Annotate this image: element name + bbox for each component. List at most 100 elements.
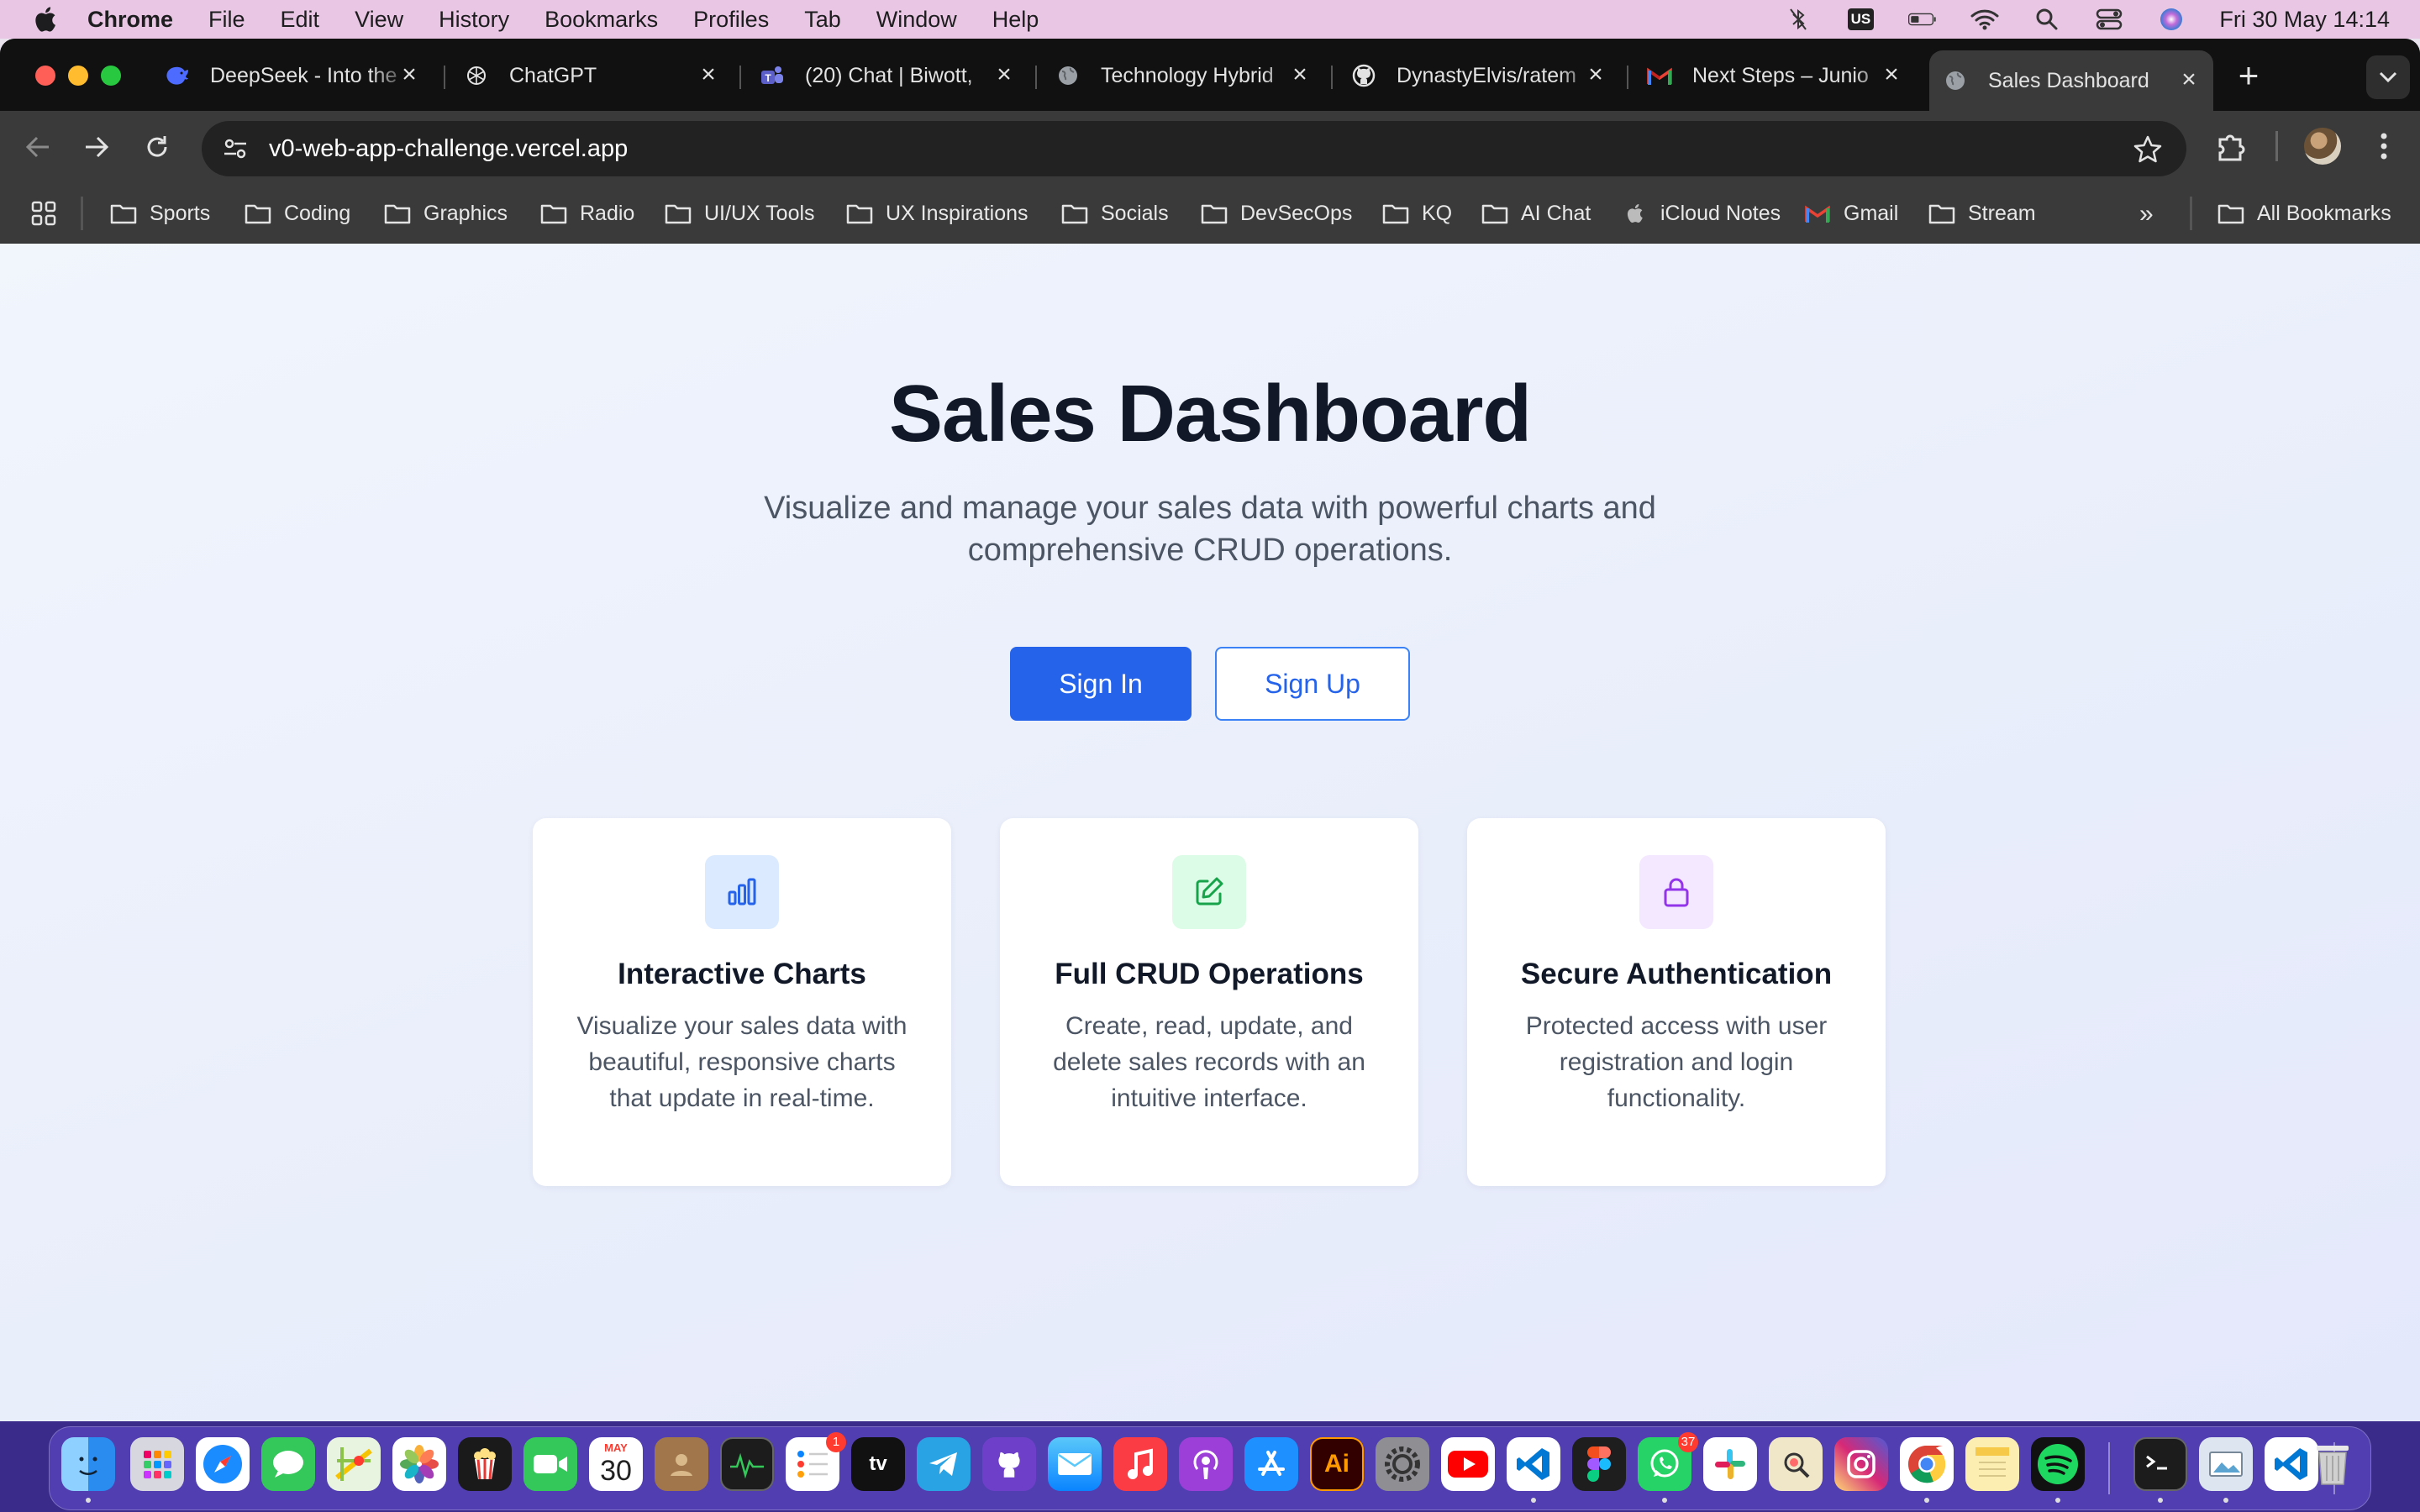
menu-window[interactable]: Window (876, 7, 957, 33)
menu-tab[interactable]: Tab (804, 7, 841, 33)
safari-icon[interactable] (196, 1437, 250, 1491)
bookmark-gmail[interactable]: Gmail (1803, 195, 1898, 232)
calendar-icon[interactable]: MAY 30 (589, 1437, 643, 1491)
tab-close-button[interactable]: × (992, 62, 1017, 87)
url-text[interactable]: v0-web-app-challenge.vercel.app (269, 135, 628, 163)
bluetooth-off-icon[interactable] (1784, 7, 1812, 32)
reminders-icon[interactable]: 1 (786, 1432, 846, 1491)
popcorn-app-icon[interactable] (458, 1437, 512, 1491)
tab-technology-hybrid[interactable]: Technology Hybrid × (1055, 52, 1324, 99)
window-zoom-button[interactable] (101, 66, 121, 86)
forward-button[interactable] (77, 128, 116, 166)
tab-close-button[interactable]: × (1879, 62, 1904, 87)
youtube-icon[interactable] (1441, 1437, 1495, 1491)
instagram-icon[interactable] (1834, 1437, 1888, 1491)
battery-icon[interactable] (1908, 7, 1937, 32)
chrome-icon[interactable] (1900, 1437, 1954, 1491)
bookmark-graphics[interactable]: Graphics (383, 195, 508, 232)
github-desktop-icon[interactable] (982, 1437, 1036, 1491)
menu-edit[interactable]: Edit (281, 7, 320, 33)
telegram-icon[interactable] (917, 1437, 971, 1491)
menu-app-name[interactable]: Chrome (87, 7, 173, 33)
music-icon[interactable] (1113, 1437, 1167, 1491)
profile-avatar[interactable] (2304, 128, 2341, 165)
tab-close-button[interactable]: × (397, 62, 422, 87)
siri-icon[interactable] (2157, 7, 2186, 32)
bookmark-radio[interactable]: Radio (539, 195, 634, 232)
trash-icon[interactable] (2306, 1435, 2360, 1490)
tab-close-button[interactable]: × (1287, 62, 1313, 87)
podcasts-icon[interactable] (1179, 1437, 1233, 1491)
tab-sales-dashboard[interactable]: Sales Dashboard × (1929, 50, 2213, 111)
spotify-icon[interactable] (2031, 1437, 2085, 1491)
system-settings-icon[interactable] (1376, 1437, 1429, 1491)
colorsync-utility-icon[interactable] (1769, 1437, 1823, 1491)
tab-github[interactable]: DynastyElvis/ratem × (1351, 52, 1620, 99)
site-info-icon[interactable] (217, 130, 254, 167)
bookmark-all-bookmarks[interactable]: All Bookmarks (2217, 195, 2391, 232)
tab-deepseek[interactable]: DeepSeek - Into the × (165, 52, 434, 99)
launchpad-icon[interactable] (130, 1437, 184, 1491)
finder-icon[interactable] (61, 1437, 115, 1491)
new-tab-button[interactable]: + (2228, 58, 2269, 94)
reload-button[interactable] (138, 128, 176, 166)
keyboard-layout-icon[interactable]: US (1846, 7, 1875, 32)
bookmark-ux-inspirations[interactable]: UX Inspirations (845, 195, 1028, 232)
bookmark-stream[interactable]: Stream (1928, 195, 2036, 232)
menu-view[interactable]: View (355, 7, 403, 33)
bookmark-ai-chat[interactable]: AI Chat (1481, 195, 1591, 232)
tab-close-button[interactable]: × (1583, 62, 1608, 87)
spotlight-search-icon[interactable] (2033, 7, 2061, 32)
bookmark-star-icon[interactable] (2133, 134, 2163, 165)
menu-history[interactable]: History (439, 7, 509, 33)
illustrator-icon[interactable]: Ai (1310, 1437, 1364, 1491)
menu-file[interactable]: File (208, 7, 245, 33)
sign-up-button[interactable]: Sign Up (1215, 647, 1410, 721)
bookmark-socials[interactable]: Socials (1060, 195, 1169, 232)
bookmark-sports[interactable]: Sports (109, 195, 210, 232)
maps-icon[interactable] (327, 1437, 381, 1491)
terminal-icon[interactable] (2133, 1437, 2187, 1491)
tab-chatgpt[interactable]: ChatGPT × (464, 52, 733, 99)
photos-icon[interactable] (392, 1437, 446, 1491)
menu-bookmarks[interactable]: Bookmarks (544, 7, 658, 33)
tab-search-button[interactable] (2366, 55, 2410, 99)
bookmark-devsecops[interactable]: DevSecOps (1200, 195, 1352, 232)
slack-icon[interactable] (1703, 1437, 1757, 1491)
sign-in-button[interactable]: Sign In (1010, 647, 1192, 721)
preview-icon[interactable] (2199, 1437, 2253, 1491)
notes-icon[interactable] (1965, 1437, 2019, 1491)
activity-monitor-icon[interactable] (720, 1437, 774, 1491)
apple-menu-icon[interactable] (32, 5, 57, 34)
window-close-button[interactable] (35, 66, 55, 86)
facetime-icon[interactable] (523, 1437, 577, 1491)
bookmarks-overflow-icon[interactable]: » (2139, 200, 2154, 228)
whatsapp-icon[interactable]: 37 (1638, 1432, 1698, 1491)
bookmark-uiux-tools[interactable]: UI/UX Tools (664, 195, 815, 232)
menu-help[interactable]: Help (992, 7, 1039, 33)
tab-gmail-next-steps[interactable]: Next Steps – Junio × (1647, 52, 1916, 99)
mail-icon[interactable] (1048, 1437, 1102, 1491)
vscode-icon[interactable] (1507, 1437, 1560, 1491)
tab-teams-chat[interactable]: T (20) Chat | Biwott, × (760, 52, 1028, 99)
menu-profiles[interactable]: Profiles (693, 7, 769, 33)
menubar-clock[interactable]: Fri 30 May 14:14 (2219, 7, 2390, 33)
tab-close-button[interactable]: × (696, 62, 721, 87)
wifi-icon[interactable] (1970, 7, 1999, 32)
window-minimize-button[interactable] (68, 66, 88, 86)
bookmark-coding[interactable]: Coding (244, 195, 350, 232)
apps-grid-icon[interactable] (30, 200, 57, 227)
figma-icon[interactable] (1572, 1437, 1626, 1491)
back-button[interactable] (18, 128, 57, 166)
extensions-puzzle-icon[interactable] (2215, 129, 2249, 163)
tab-close-button[interactable]: × (2176, 67, 2202, 92)
bookmark-kq[interactable]: KQ (1381, 195, 1452, 232)
control-center-icon[interactable] (2095, 7, 2123, 32)
bookmark-icloud-notes[interactable]: iCloud Notes (1620, 195, 1781, 232)
apple-tv-icon[interactable]: tv (851, 1437, 905, 1491)
address-bar[interactable]: v0-web-app-challenge.vercel.app (202, 121, 2186, 176)
app-store-icon[interactable] (1244, 1437, 1298, 1491)
messages-icon[interactable] (261, 1437, 315, 1491)
more-menu-icon[interactable] (2371, 129, 2396, 163)
contacts-icon[interactable] (655, 1437, 708, 1491)
